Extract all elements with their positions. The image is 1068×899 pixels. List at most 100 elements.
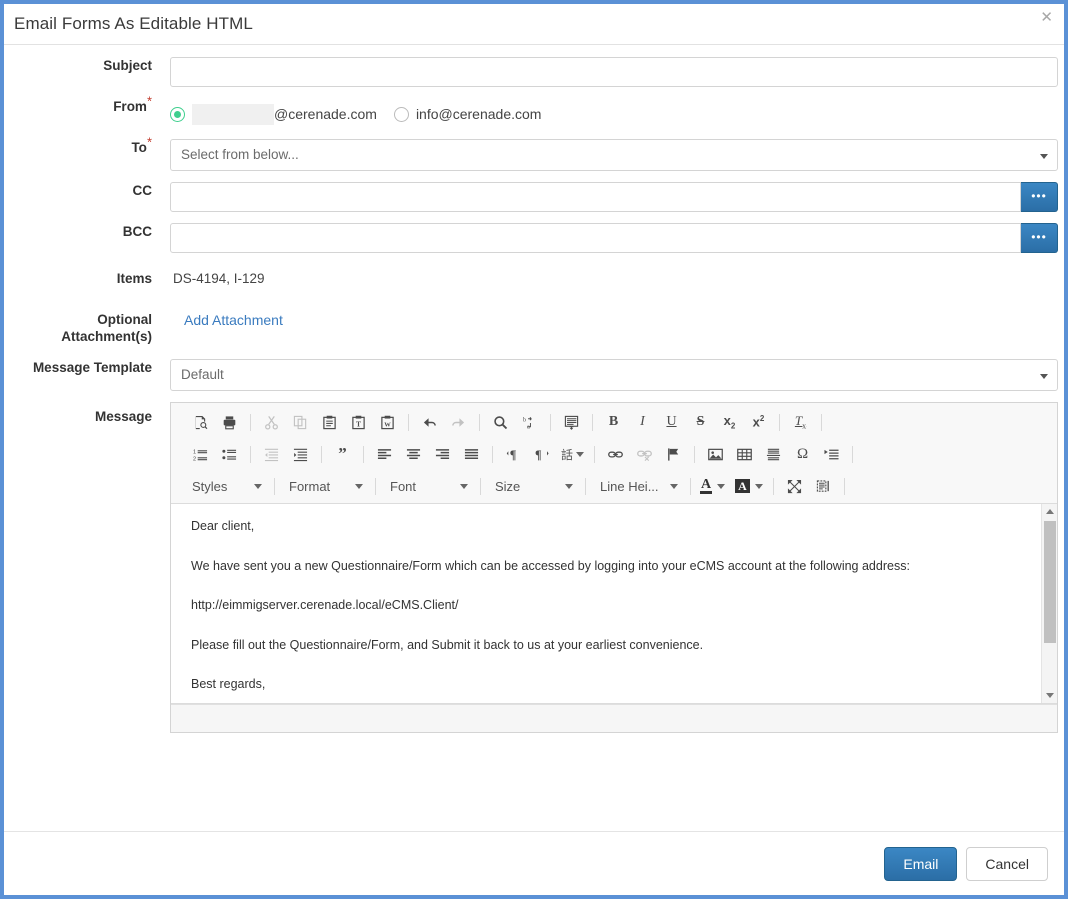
email-button[interactable]: Email	[884, 847, 957, 881]
undo-icon[interactable]	[418, 411, 441, 434]
message-template-field-wrap: Default	[170, 359, 1064, 391]
language-glyph: 話	[561, 446, 573, 463]
cc-browse-button[interactable]: •••	[1021, 182, 1058, 212]
scroll-thumb[interactable]	[1044, 521, 1056, 643]
row-attachments: Optional Attachment(s) Add Attachment	[4, 305, 1064, 345]
align-left-icon[interactable]	[373, 443, 396, 466]
horizontal-rule-icon[interactable]	[762, 443, 785, 466]
background-color-button[interactable]: A	[735, 479, 763, 493]
text-color-button[interactable]: A	[700, 478, 725, 494]
chevron-down-icon	[1040, 140, 1048, 170]
message-template-value: Default	[181, 367, 224, 382]
svg-text:b: b	[523, 417, 526, 423]
cc-field-wrap: •••	[170, 182, 1064, 212]
svg-text:2: 2	[193, 456, 196, 461]
increase-indent-icon[interactable]	[289, 443, 312, 466]
numbered-list-icon[interactable]: 12	[189, 443, 212, 466]
page-break-icon[interactable]	[820, 443, 843, 466]
maximize-icon[interactable]	[783, 475, 806, 498]
print-icon[interactable]	[218, 411, 241, 434]
strikethrough-icon[interactable]: S	[689, 411, 712, 434]
preview-icon[interactable]	[189, 411, 212, 434]
align-center-icon[interactable]	[402, 443, 425, 466]
rich-text-editor: T W	[170, 402, 1058, 733]
from-radio-info[interactable]	[394, 107, 409, 122]
toolbar-separator	[363, 446, 364, 463]
from-field-wrap: @cerenade.com info@cerenade.com	[170, 98, 1064, 128]
size-combo[interactable]: Size	[489, 475, 577, 497]
paste-as-plain-text-icon[interactable]: T	[347, 411, 370, 434]
row-items: Items DS-4194, I-129	[4, 264, 1064, 294]
align-right-icon[interactable]	[431, 443, 454, 466]
cc-label: CC	[4, 182, 170, 200]
subscript-icon[interactable]: x2	[718, 411, 741, 434]
language-icon[interactable]: 話	[559, 443, 586, 465]
link-icon[interactable]	[604, 443, 627, 466]
items-value: DS-4194, I-129	[170, 264, 1058, 294]
underline-icon[interactable]: U	[660, 411, 683, 434]
row-bcc: BCC •••	[4, 223, 1064, 253]
bcc-input-group: •••	[170, 223, 1058, 253]
message-content[interactable]: Dear client, We have sent you a new Ques…	[171, 504, 1057, 691]
bold-icon[interactable]: B	[602, 411, 625, 434]
paste-from-word-icon[interactable]: W	[376, 411, 399, 434]
justify-icon[interactable]	[460, 443, 483, 466]
find-icon[interactable]	[489, 411, 512, 434]
toolbar-separator	[492, 446, 493, 463]
add-attachment-link[interactable]: Add Attachment	[170, 312, 283, 328]
italic-icon[interactable]: I	[631, 411, 654, 434]
cancel-button[interactable]: Cancel	[966, 847, 1048, 881]
bcc-input[interactable]	[170, 223, 1021, 253]
unlink-icon[interactable]	[633, 443, 656, 466]
font-combo[interactable]: Font	[384, 475, 472, 497]
special-character-icon[interactable]: Ω	[791, 443, 814, 466]
styles-combo[interactable]: Styles	[186, 475, 266, 497]
redo-icon[interactable]	[447, 411, 470, 434]
editor-scrollbar[interactable]	[1041, 504, 1057, 703]
message-editing-area[interactable]: Dear client, We have sent you a new Ques…	[171, 504, 1057, 704]
line-height-combo-label: Line Hei...	[600, 479, 659, 494]
select-all-icon[interactable]	[560, 411, 583, 434]
message-paragraph: http://eimmigserver.cerenade.local/eCMS.…	[191, 599, 1037, 612]
subject-input[interactable]	[170, 57, 1058, 87]
cut-icon[interactable]	[260, 411, 283, 434]
table-icon[interactable]	[733, 443, 756, 466]
superscript-icon[interactable]: x2	[747, 411, 770, 434]
line-height-combo[interactable]: Line Hei...	[594, 475, 682, 497]
blockquote-icon[interactable]: ”	[331, 443, 354, 466]
scroll-down-arrow-icon[interactable]	[1042, 688, 1057, 703]
toolbar-separator	[375, 478, 376, 495]
anchor-icon[interactable]	[662, 443, 685, 466]
paste-icon[interactable]	[318, 411, 341, 434]
toolbar-separator	[408, 414, 409, 431]
to-select[interactable]: Select from below...	[170, 139, 1058, 171]
copy-icon[interactable]	[289, 411, 312, 434]
toolbar-separator	[479, 414, 480, 431]
show-blocks-icon[interactable]	[812, 475, 835, 498]
format-combo[interactable]: Format	[283, 475, 367, 497]
cc-input[interactable]	[170, 182, 1021, 212]
toolbar-separator	[690, 478, 691, 495]
toolbar-separator	[480, 478, 481, 495]
replace-icon[interactable]: ba	[518, 411, 541, 434]
image-icon[interactable]	[704, 443, 727, 466]
attachments-field-wrap: Add Attachment	[170, 305, 1064, 335]
bulleted-list-icon[interactable]	[218, 443, 241, 466]
text-direction-rtl-icon[interactable]: ¶	[531, 443, 554, 466]
bcc-field-wrap: •••	[170, 223, 1064, 253]
decrease-indent-icon[interactable]	[260, 443, 283, 466]
message-template-select[interactable]: Default	[170, 359, 1058, 391]
remove-format-icon[interactable]: Tx	[789, 411, 812, 434]
toolbar-separator	[844, 478, 845, 495]
scroll-up-arrow-icon[interactable]	[1042, 504, 1057, 519]
font-combo-label: Font	[390, 479, 416, 494]
text-direction-ltr-icon[interactable]: ¶	[502, 443, 525, 466]
items-value-wrap: DS-4194, I-129	[170, 264, 1064, 294]
bcc-browse-button[interactable]: •••	[1021, 223, 1058, 253]
text-color-glyph: A	[700, 478, 712, 494]
from-info-label: info@cerenade.com	[416, 106, 542, 122]
items-label: Items	[4, 264, 170, 294]
from-radio-user[interactable]	[170, 107, 185, 122]
row-cc: CC •••	[4, 182, 1064, 212]
close-icon[interactable]: ✕	[1040, 10, 1053, 25]
